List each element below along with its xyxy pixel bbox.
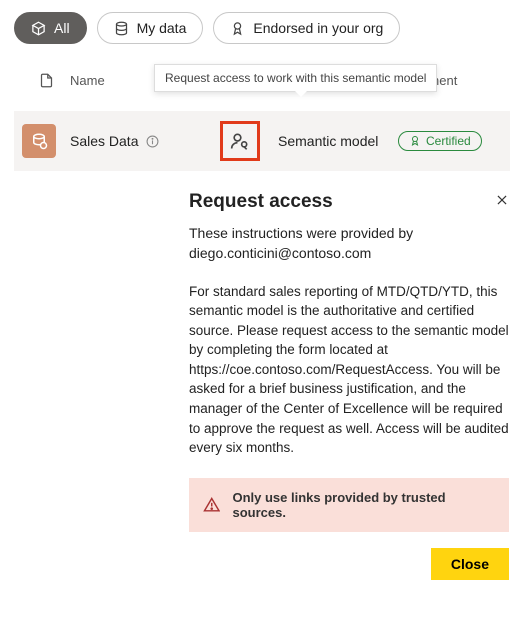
endorsement-badge-label: Certified — [426, 134, 471, 148]
filter-my-data[interactable]: My data — [97, 12, 204, 44]
close-icon[interactable] — [495, 193, 509, 212]
request-access-panel: Request access These instructions were p… — [189, 191, 509, 580]
provided-by-email: diego.conticini@contoso.com — [189, 245, 371, 261]
filter-endorsed-label: Endorsed in your org — [253, 20, 383, 36]
dataset-name-cell: Sales Data — [70, 133, 220, 149]
request-access-tooltip: Request access to work with this semanti… — [154, 64, 437, 92]
filter-all[interactable]: All — [14, 12, 87, 44]
table-header: Name Type Endorsement Request access to … — [14, 66, 510, 95]
instructions-body: For standard sales reporting of MTD/QTD/… — [189, 282, 509, 458]
request-access-icon — [230, 131, 250, 151]
ribbon-icon — [230, 21, 245, 36]
dataset-type: Semantic model — [278, 133, 398, 149]
dataset-name: Sales Data — [70, 133, 138, 149]
warning-banner: Only use links provided by trusted sourc… — [189, 478, 509, 532]
filter-all-label: All — [54, 20, 70, 36]
close-button[interactable]: Close — [431, 548, 509, 580]
table-row[interactable]: Sales Data Semantic model Certified — [14, 111, 510, 171]
provided-by-line1: These instructions were provided by — [189, 225, 413, 241]
request-access-button[interactable] — [220, 121, 260, 161]
file-icon — [39, 72, 54, 89]
panel-title: Request access — [189, 191, 509, 213]
dataset-glyph-icon — [30, 132, 48, 150]
cube-icon — [31, 21, 46, 36]
datasets-table: Name Type Endorsement Request access to … — [14, 66, 510, 171]
endorsement-badge: Certified — [398, 131, 482, 151]
filter-row: All My data Endorsed in your org — [14, 12, 510, 44]
dataset-icon — [22, 124, 56, 158]
file-column-icon — [22, 72, 70, 89]
filter-my-data-label: My data — [137, 20, 187, 36]
warning-icon — [203, 496, 220, 514]
provided-by: These instructions were provided by dieg… — [189, 223, 509, 264]
database-icon — [114, 21, 129, 36]
filter-endorsed[interactable]: Endorsed in your org — [213, 12, 400, 44]
warning-text: Only use links provided by trusted sourc… — [232, 490, 495, 520]
certified-icon — [409, 135, 421, 147]
panel-actions: Close — [189, 548, 509, 580]
info-icon[interactable] — [146, 135, 159, 148]
